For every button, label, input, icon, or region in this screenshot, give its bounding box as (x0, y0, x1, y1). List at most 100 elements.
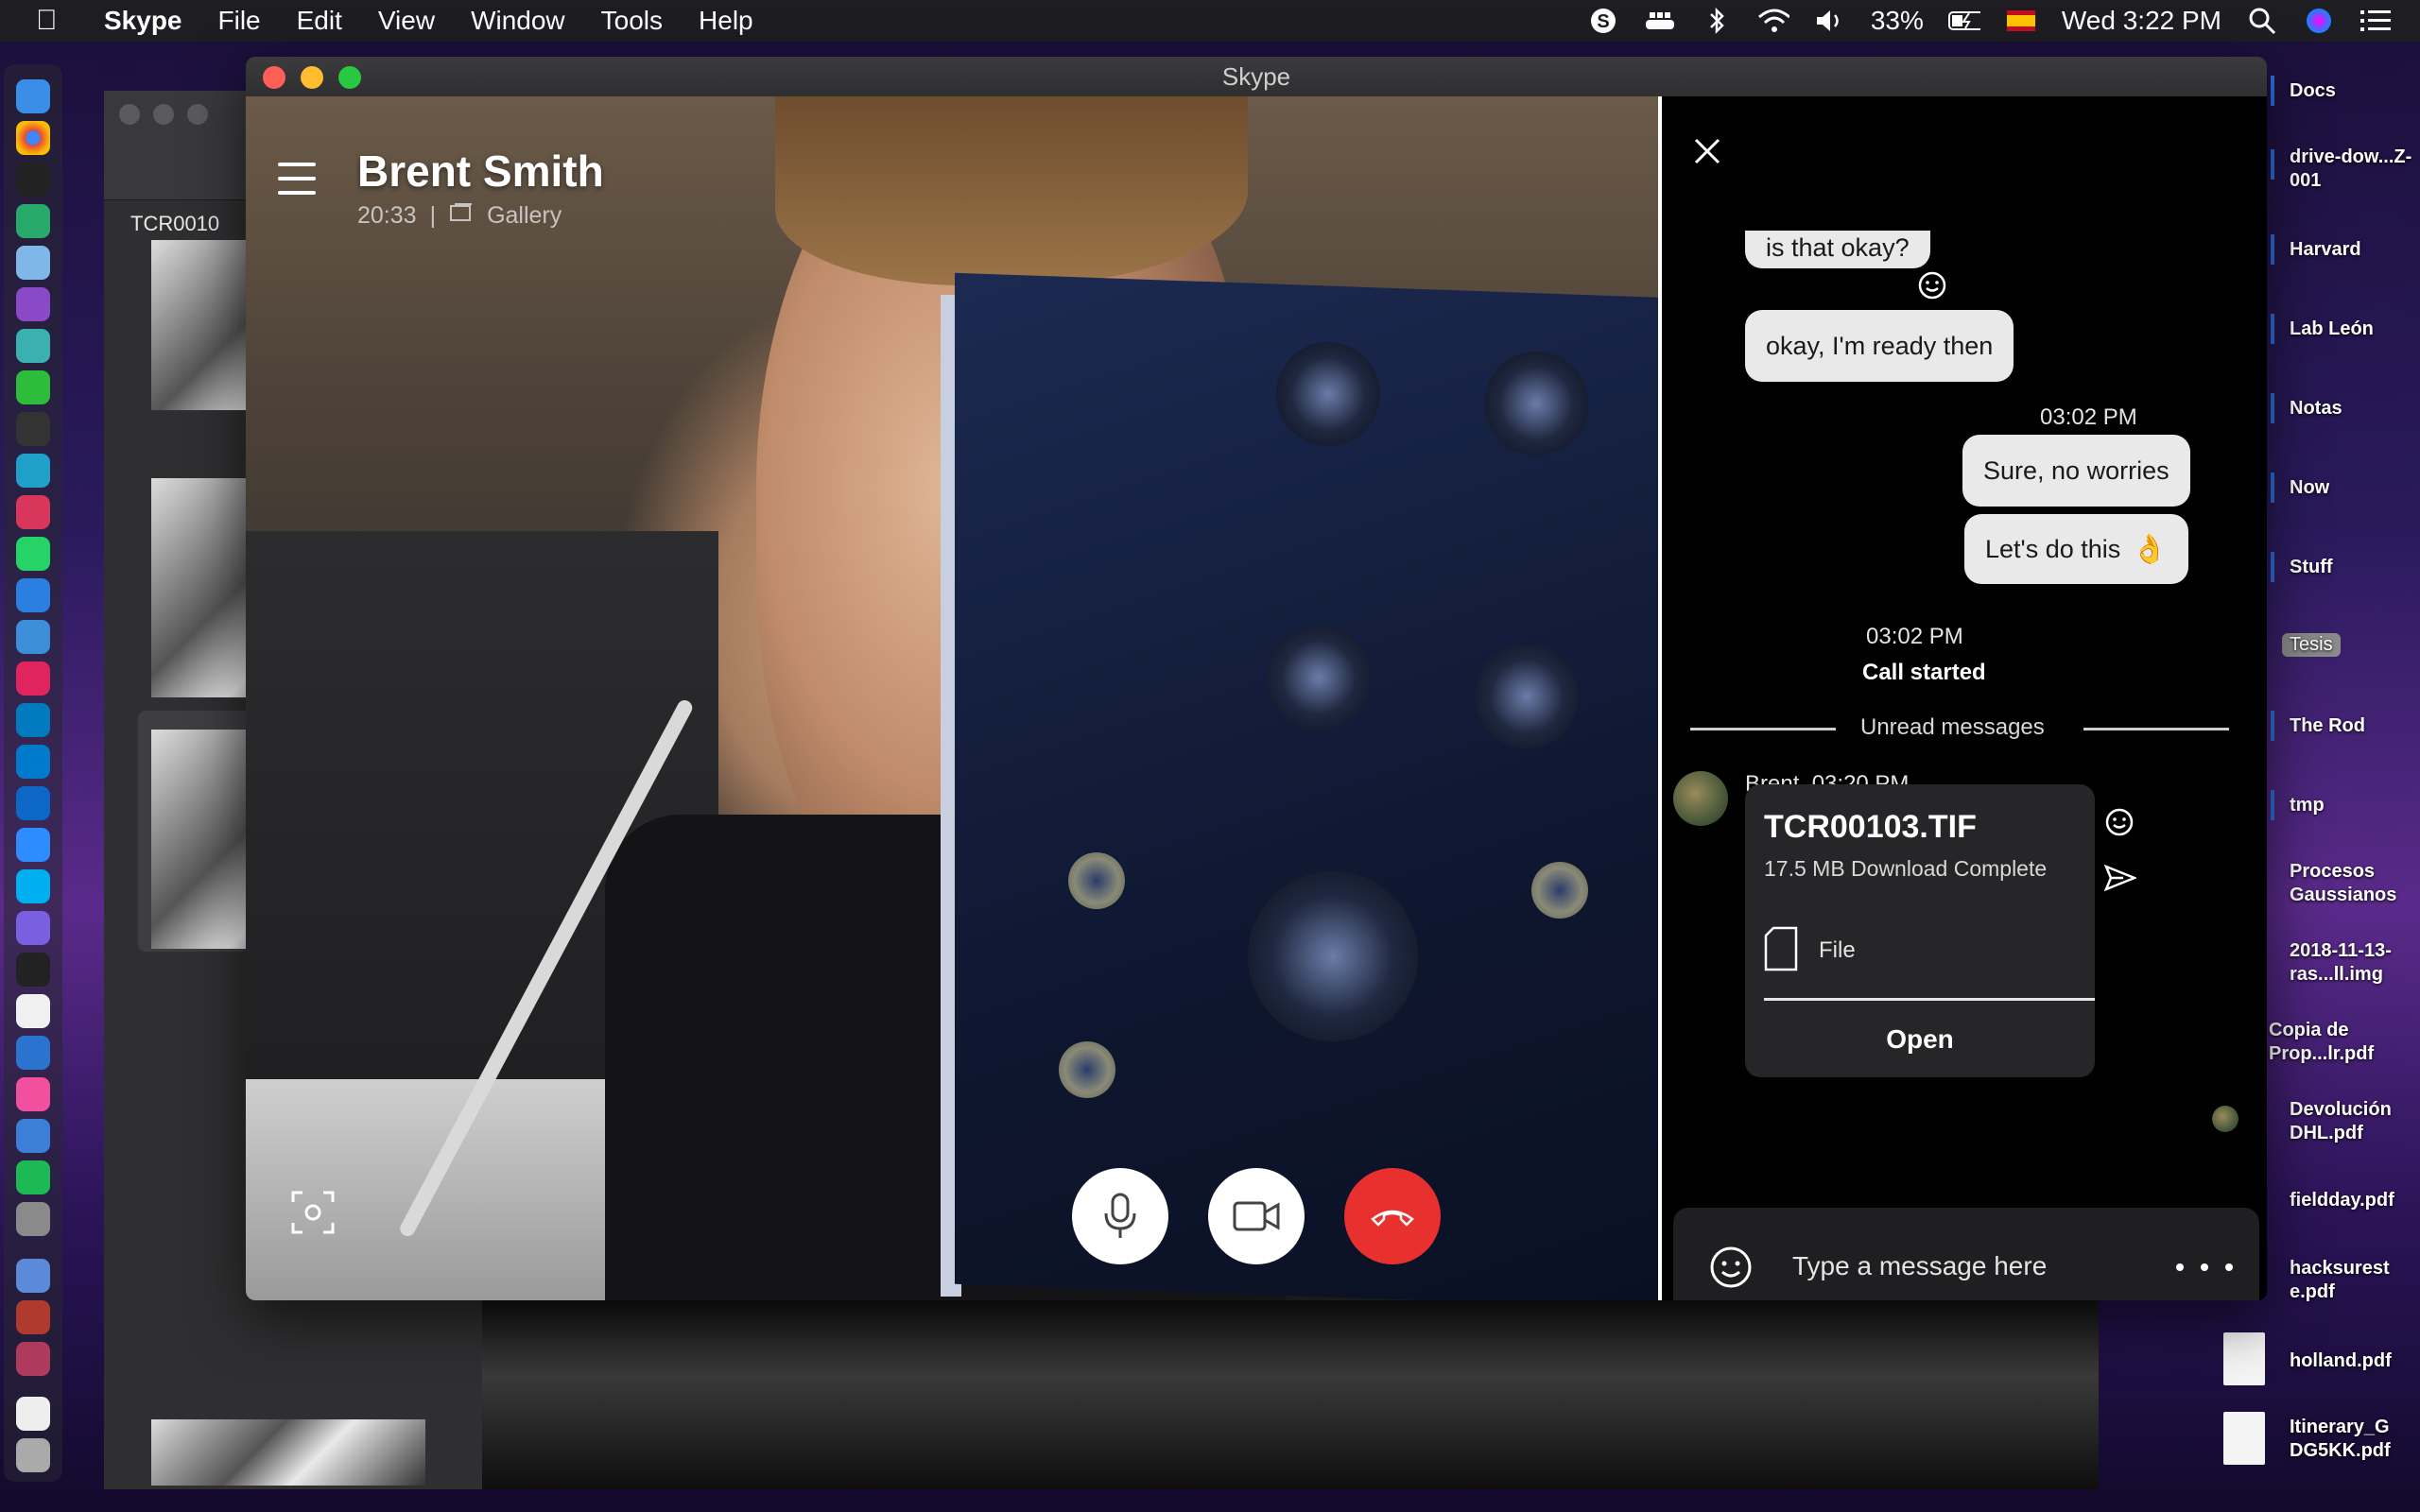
calendar-icon[interactable] (16, 994, 50, 1028)
emoji-picker-icon[interactable] (1709, 1246, 1753, 1289)
desktop-item-stuff[interactable]: Stuff (2290, 556, 2420, 579)
menu-edit[interactable]: Edit (297, 6, 342, 36)
menubar-clock[interactable]: Wed 3:22 PM (2062, 6, 2221, 36)
thumbnail[interactable] (151, 1419, 425, 1486)
app-red-icon[interactable] (16, 495, 50, 529)
desktop-item-drive[interactable]: drive-dow...Z-001 (2290, 146, 2420, 193)
menu-app-name[interactable]: Skype (104, 6, 182, 36)
menu-file[interactable]: File (218, 6, 261, 36)
menu-tools[interactable]: Tools (601, 6, 663, 36)
forward-send-icon[interactable] (2103, 864, 2138, 894)
skype-status-icon[interactable]: S (1587, 5, 1619, 37)
photo-booth-icon[interactable] (16, 1342, 50, 1376)
trello-icon[interactable] (16, 703, 50, 737)
screenshot-capture-icon[interactable] (291, 1191, 335, 1234)
safari-icon[interactable] (16, 1036, 50, 1070)
input-source-flag-icon[interactable] (2005, 5, 2037, 37)
preview-zoom-button[interactable] (187, 104, 208, 125)
preview-tree-label[interactable]: TCR0010 (130, 212, 219, 236)
volume-icon[interactable] (1814, 5, 1846, 37)
whatsapp-icon[interactable] (16, 537, 50, 571)
apple-menu-icon[interactable]:  (36, 5, 70, 37)
desktop-item-tmp[interactable]: tmp (2290, 794, 2420, 817)
pdf-file-icon[interactable] (2223, 1332, 2265, 1385)
desktop-item-procesos[interactable]: Procesos Gaussianos (2290, 860, 2420, 907)
screenshot-app-icon[interactable] (16, 620, 50, 654)
app-blue-icon[interactable] (16, 246, 50, 280)
app-green-icon[interactable] (16, 204, 50, 238)
preview-close-button[interactable] (119, 104, 140, 125)
skype-dock-icon[interactable] (16, 869, 50, 903)
app-dark-icon[interactable] (16, 412, 50, 446)
teamviewer-icon[interactable] (16, 786, 50, 820)
preview-minimize-button[interactable] (153, 104, 174, 125)
message-input[interactable] (1792, 1240, 2152, 1293)
open-file-button[interactable]: Open (1745, 1001, 2095, 1077)
gallery-label[interactable]: Gallery (487, 202, 562, 230)
more-options-icon[interactable] (2176, 1246, 2233, 1289)
github-icon[interactable] (16, 287, 50, 321)
desktop-item-lab-leon[interactable]: Lab León (2290, 318, 2420, 341)
notification-center-icon[interactable] (2360, 5, 2392, 37)
folder-stack-icon[interactable] (16, 1259, 50, 1293)
battery-charging-icon[interactable] (1947, 5, 1980, 37)
desktop-item-devolucion[interactable]: Devolución DHL.pdf (2290, 1098, 2420, 1145)
spotify-icon[interactable] (16, 1160, 50, 1194)
desktop-item-hacksureste[interactable]: hacksurest e.pdf (2290, 1257, 2420, 1304)
chrome-icon[interactable] (16, 121, 50, 155)
itunes-icon[interactable] (16, 1077, 50, 1111)
slack-icon[interactable] (16, 662, 50, 696)
siri-icon[interactable] (2303, 5, 2335, 37)
desktop-item-the-rod[interactable]: The Rod (2290, 714, 2420, 738)
battery-percent[interactable]: 33% (1871, 6, 1924, 36)
desktop-item-holland[interactable]: holland.pdf (2290, 1349, 2420, 1373)
gallery-icon[interactable] (449, 202, 474, 230)
react-emoji-icon[interactable] (1917, 270, 1947, 301)
desktop-item-ras-img[interactable]: 2018-11-13-ras...ll.img (2290, 939, 2420, 987)
desktop-item-docs[interactable]: Docs (2290, 79, 2420, 103)
message-bubble-incoming[interactable]: is that okay? (1745, 231, 1930, 268)
end-call-button[interactable] (1344, 1168, 1441, 1264)
audio-app-icon[interactable] (16, 1119, 50, 1153)
bluetooth-icon[interactable] (1701, 5, 1733, 37)
desktop-item-notas[interactable]: Notas (2290, 397, 2420, 421)
pycharm-icon[interactable] (16, 370, 50, 404)
wifi-icon[interactable] (1757, 5, 1789, 37)
window-zoom-button[interactable] (338, 66, 361, 89)
zoom-icon[interactable] (16, 828, 50, 862)
menu-help[interactable]: Help (699, 6, 753, 36)
dictionary-icon[interactable] (16, 1300, 50, 1334)
message-bubble-outgoing[interactable]: Let's do this 👌 (1964, 514, 2188, 584)
desktop-item-itinerary[interactable]: Itinerary_G DG5KK.pdf (2290, 1416, 2420, 1463)
finder-icon[interactable] (16, 79, 50, 113)
arduino-icon[interactable] (16, 454, 50, 488)
video-toggle-button[interactable] (1208, 1168, 1305, 1264)
vscode-icon[interactable] (16, 745, 50, 779)
menu-hamburger-icon[interactable] (278, 163, 316, 197)
siri-dock-icon[interactable] (16, 911, 50, 945)
docker-icon[interactable] (1644, 5, 1676, 37)
desktop-item-tesis[interactable]: Tesis (2282, 633, 2341, 657)
window-close-button[interactable] (263, 66, 285, 89)
message-bubble-outgoing[interactable]: Sure, no worries (1962, 435, 2190, 507)
menu-view[interactable]: View (378, 6, 435, 36)
spotlight-search-icon[interactable] (2246, 5, 2278, 37)
trash-icon[interactable] (16, 1438, 50, 1472)
menu-window[interactable]: Window (471, 6, 565, 36)
desktop-item-copia[interactable]: Copia de Prop...lr.pdf (2269, 1019, 2411, 1066)
app-blue2-icon[interactable] (16, 578, 50, 612)
desktop-item-fieldday[interactable]: fieldday.pdf (2290, 1189, 2420, 1212)
contact-avatar[interactable] (1673, 771, 1728, 826)
desktop-item-now[interactable]: Now (2290, 476, 2420, 500)
document-stack-icon[interactable] (16, 1397, 50, 1431)
pdf-file-icon[interactable] (2223, 1412, 2265, 1465)
message-bubble-incoming[interactable]: okay, I'm ready then (1745, 310, 2014, 382)
desktop-item-harvard[interactable]: Harvard (2290, 238, 2420, 262)
close-chat-icon[interactable] (1690, 134, 1724, 168)
microphone-button[interactable] (1072, 1168, 1168, 1264)
system-preferences-icon[interactable] (16, 1202, 50, 1236)
terminal-icon[interactable] (16, 163, 50, 197)
window-minimize-button[interactable] (301, 66, 323, 89)
app-circle-icon[interactable] (16, 953, 50, 987)
app-teal-icon[interactable] (16, 329, 50, 363)
